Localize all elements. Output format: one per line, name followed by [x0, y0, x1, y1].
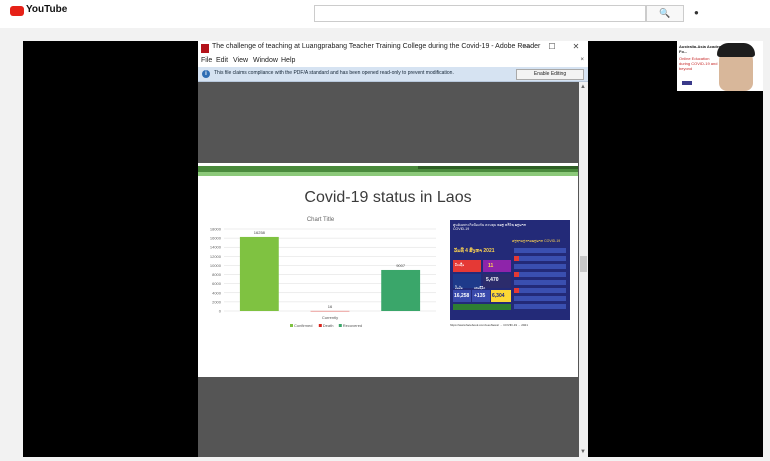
menu-window[interactable]: Window [253, 57, 278, 64]
slide-header-band-dark [418, 166, 578, 169]
legend-label: Death [323, 323, 334, 328]
search-button[interactable]: 🔍 [646, 5, 684, 22]
bar-chart: Chart Title 0 2000 4000 6000 8000 10000 12000 1… [198, 213, 443, 333]
pdf-page: Covid-19 status in Laos Chart Title 0 200… [198, 163, 578, 377]
info-message: This file claims compliance with the PDF… [214, 70, 454, 76]
panel-number-3: +135 [474, 293, 486, 299]
panel-number-1: 5,470 [486, 277, 499, 283]
panel-subheader: ສະຖານະການພະຍາດ COVID-19 [512, 239, 561, 243]
y-tick-label: 8000 [212, 272, 222, 277]
legend-swatch [318, 324, 322, 327]
y-tick-label: 16000 [210, 236, 222, 241]
adobe-reader-window: The challenge of teaching at Luangpraban… [198, 41, 588, 457]
youtube-logo-icon[interactable] [10, 6, 24, 16]
youtube-header: YouTube 🔍 ● [0, 0, 770, 28]
legend-label: Confirmed [294, 323, 312, 328]
minimize-button[interactable]: — [520, 42, 534, 51]
panel-date: ວັນທີ 4 ສິງຫາ 2021 [454, 248, 495, 254]
panel-row [514, 288, 566, 293]
maximize-button[interactable]: ☐ [545, 42, 559, 51]
menu-view[interactable]: View [233, 57, 248, 64]
search-input[interactable] [314, 5, 646, 22]
y-tick-label: 2000 [212, 299, 222, 304]
scroll-down-icon[interactable]: ▼ [580, 449, 586, 455]
slide-heading: Covid-19 status in Laos [304, 189, 472, 206]
webcam-overlay: Australia-Asia Academic Fo... Online Edu… [677, 41, 763, 91]
scrollbar-thumb[interactable] [580, 256, 587, 272]
covid-info-panel: ศูนย์เฉพาะกิจป้องกัน ควบคุม ແລະ ແກ້ໄຂ ພະ… [450, 220, 570, 320]
panel-row [514, 248, 566, 253]
flag-icon [514, 288, 519, 293]
menu-bar: File Edit View Window Help × [198, 56, 588, 67]
data-label: 16258 [254, 230, 266, 235]
panel-box-green [453, 304, 511, 310]
legend-swatch [290, 324, 293, 327]
legend-swatch [338, 324, 342, 327]
menu-edit[interactable]: Edit [216, 57, 228, 64]
presenter-hair [717, 43, 755, 57]
voice-search-icon[interactable]: ● [694, 8, 699, 17]
panel-row [514, 296, 566, 301]
legend-label: Recovered [343, 323, 362, 328]
close-button[interactable]: ✕ [569, 42, 583, 51]
youtube-logo-text[interactable]: YouTube [26, 4, 67, 15]
panel-number-5: 11 [488, 263, 494, 269]
panel-header: ศูนย์เฉพาะกิจป้องกัน ควบคุม ແລະ ແກ້ໄຂ ພະ… [453, 223, 526, 231]
slide-header-band-light [198, 172, 578, 176]
bar-recovered [381, 269, 421, 311]
menu-help[interactable]: Help [281, 57, 295, 64]
y-tick-label: 14000 [210, 245, 222, 250]
search-icon: 🔍 [659, 8, 671, 18]
y-tick-label: 6000 [212, 281, 222, 286]
menu-file[interactable]: File [201, 57, 212, 64]
panel-number-2: 16,258 [454, 293, 470, 299]
y-tick-label: 4000 [212, 290, 222, 295]
data-label: 16 [328, 304, 333, 309]
panel-label-3: ເສຍຊີວິດ [474, 286, 486, 290]
enable-editing-button[interactable]: Enable Editing [516, 69, 584, 80]
data-label: 9007 [396, 263, 406, 268]
panel-row [514, 272, 566, 277]
vertical-scrollbar[interactable]: ▲ ▼ [579, 82, 588, 457]
panel-row [514, 280, 566, 285]
y-tick-label: 12000 [210, 254, 222, 259]
panel-row [514, 264, 566, 269]
webcam-slide-logo [682, 81, 692, 85]
y-tick-label: 10000 [210, 263, 222, 268]
chart-svg: 0 2000 4000 6000 8000 10000 12000 14000 16000 180… [210, 227, 436, 328]
menu-close-icon[interactable]: × [580, 57, 584, 63]
panel-label-1: ຕິດເຊື້ອ [455, 263, 465, 267]
pdfa-info-bar: i This file claims compliance with the P… [198, 67, 588, 82]
scroll-up-icon[interactable]: ▲ [580, 84, 586, 90]
flag-icon [514, 256, 519, 261]
webcam-slide-subtitle: Online Education during COVID-19 and bey… [679, 56, 718, 71]
info-icon: i [202, 70, 210, 78]
panel-row [514, 256, 566, 261]
panel-label-2: ປິ່ນປົວ [455, 286, 463, 290]
adobe-reader-icon [201, 44, 209, 53]
y-tick-label: 0 [219, 309, 222, 314]
panel-row [514, 304, 566, 309]
y-tick-label: 18000 [210, 227, 222, 232]
bar-confirmed [239, 236, 279, 311]
reader-titlebar: The challenge of teaching at Luangpraban… [198, 41, 588, 56]
panel-source-caption: https://www.facebook.com/LaoNews/ ... CO… [450, 323, 528, 327]
flag-icon [514, 272, 519, 277]
window-title: The challenge of teaching at Luangpraban… [212, 43, 541, 50]
x-axis-label: Currently [322, 315, 338, 320]
panel-number-4: 6,304 [492, 293, 505, 299]
